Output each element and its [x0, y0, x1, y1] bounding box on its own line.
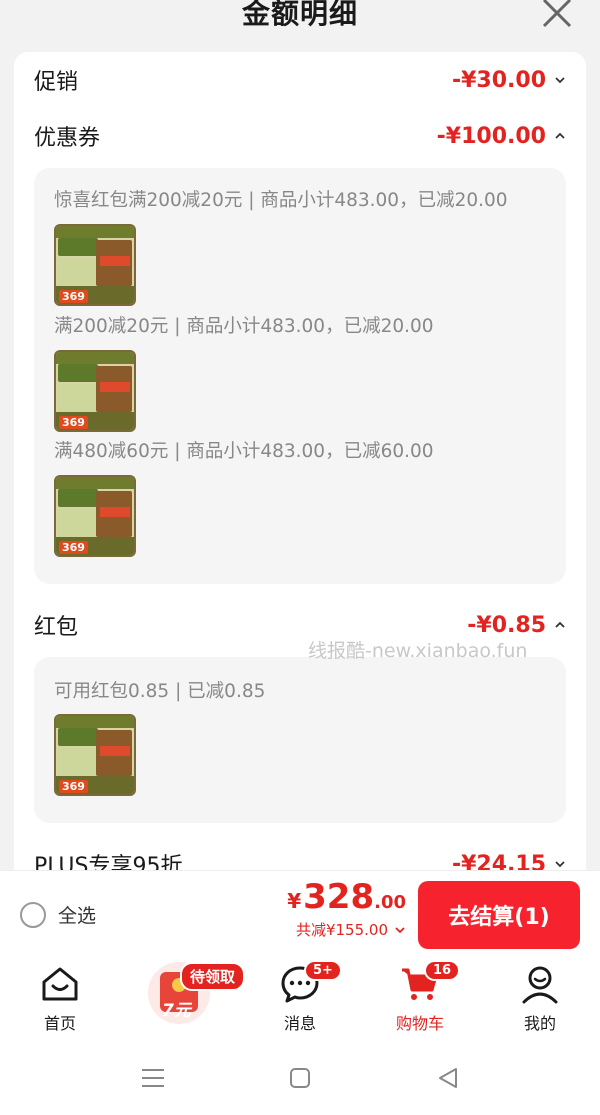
checkout-bar: 全选 ¥ 328 .00 共减¥155.00 去结算(1)	[0, 870, 600, 956]
home-icon	[42, 967, 78, 1001]
watermark: 线报酷-new.xianbao.fun	[308, 640, 528, 662]
tab-home-label: 首页	[43, 1014, 76, 1033]
saved-amount-toggle[interactable]: 共减¥155.00	[287, 919, 406, 940]
select-all-toggle[interactable]: 全选	[20, 901, 96, 928]
messages-badge: 5+	[304, 960, 342, 981]
cart-badge: 16	[424, 960, 461, 981]
price-integer: 328	[303, 877, 375, 917]
promo-amount: -¥30.00	[451, 67, 546, 93]
system-nav-bar	[0, 1040, 600, 1115]
tab-cart-label: 购物车	[395, 1014, 444, 1033]
tab-messages-label: 消息	[283, 1014, 316, 1033]
user-icon	[522, 966, 558, 1004]
tab-home[interactable]: 首页	[10, 956, 110, 1040]
chevron-down-icon	[555, 861, 565, 868]
promo-badge: 待领取	[180, 962, 246, 991]
coupon-line: 满200减20元 | 商品小计483.00，已减20.00	[54, 316, 434, 337]
close-icon[interactable]	[540, 0, 574, 30]
tab-mine[interactable]: 我的	[490, 956, 590, 1040]
product-thumbnail[interactable]: 369	[54, 350, 136, 432]
checkout-button[interactable]: 去结算(1)	[418, 881, 580, 949]
coupon-line: 满480减60元 | 商品小计483.00，已减60.00	[54, 441, 434, 462]
amount-detail-card: 促销 -¥30.00 优惠券 -¥100.00 惊喜红包满200减20元 | 商…	[14, 52, 586, 882]
tab-cart[interactable]: 16 购物车	[370, 956, 470, 1040]
select-all-checkbox[interactable]	[20, 901, 46, 928]
product-thumbnail[interactable]: 369	[54, 475, 136, 557]
promo-amount: 7元	[162, 1001, 191, 1021]
currency-symbol: ¥	[287, 889, 302, 913]
tab-messages[interactable]: 5+ 消息	[250, 956, 350, 1040]
thumb-price: 369	[59, 290, 88, 303]
promo-label: 促销	[34, 70, 79, 95]
thumb-price: 369	[59, 416, 88, 429]
redpacket-detail-panel: 可用红包0.85 | 已减0.85 369	[34, 657, 566, 823]
tab-mine-label: 我的	[523, 1014, 556, 1033]
redpacket-line: 可用红包0.85 | 已减0.85	[54, 681, 266, 702]
redpacket-label: 红包	[34, 615, 79, 640]
back-icon[interactable]	[436, 1066, 460, 1090]
thumb-price: 369	[59, 541, 88, 554]
menu-icon[interactable]	[140, 1066, 166, 1090]
promo-row[interactable]: 促销 -¥30.00	[34, 62, 566, 98]
saved-amount: 共减¥155.00	[295, 921, 388, 939]
coupon-detail-panel: 惊喜红包满200减20元 | 商品小计483.00，已减20.00 369 满2…	[34, 168, 566, 584]
select-all-label: 全选	[58, 905, 97, 927]
thumb-price: 369	[59, 780, 88, 793]
product-thumbnail[interactable]: 369	[54, 714, 136, 796]
redpacket-amount: -¥0.85	[467, 612, 546, 638]
coupon-label: 优惠券	[34, 126, 101, 151]
chevron-up-icon	[555, 132, 565, 139]
coupon-amount: -¥100.00	[436, 123, 546, 149]
coupon-row[interactable]: 优惠券 -¥100.00	[34, 118, 566, 154]
product-thumbnail[interactable]: 369	[54, 224, 136, 306]
header: 金额明细	[0, 0, 600, 48]
price-decimal: .00	[374, 892, 406, 913]
total-price: ¥ 328 .00 共减¥155.00	[287, 877, 406, 940]
coupon-line: 惊喜红包满200减20元 | 商品小计483.00，已减20.00	[54, 190, 508, 211]
page-title: 金额明细	[241, 0, 358, 30]
bottom-tabbar: 首页 5+ 消息 16 购物车 我的	[0, 956, 600, 1040]
chevron-down-icon	[555, 77, 565, 84]
chevron-down-icon	[395, 926, 405, 933]
home-square-icon[interactable]	[288, 1066, 312, 1090]
chevron-up-icon	[555, 621, 565, 628]
